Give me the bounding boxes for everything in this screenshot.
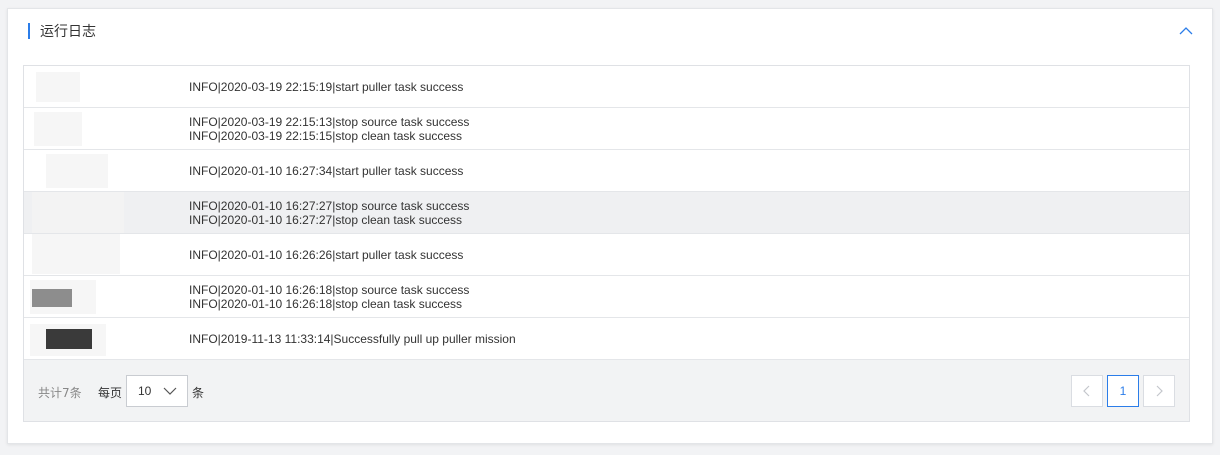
log-time-cell-redacted (24, 192, 189, 233)
log-messages: INFO|2020-01-10 16:26:18|stop source tas… (189, 283, 469, 311)
panel-header: 运行日志 (28, 23, 96, 40)
chevron-left-icon (1083, 385, 1090, 397)
log-messages: INFO|2020-01-10 16:27:34|start puller ta… (189, 164, 463, 178)
log-messages: INFO|2020-01-10 16:26:26|start puller ta… (189, 248, 463, 262)
log-message: INFO|2020-01-10 16:27:27|stop clean task… (189, 212, 463, 227)
table-footer: 共计7条 每页 10 条 1 (24, 360, 1189, 421)
log-row-hovered: INFO|2020-01-10 16:27:27|stop source tas… (24, 192, 1189, 234)
log-message: INFO|2020-01-10 16:27:27|stop source tas… (189, 198, 470, 213)
log-row: INFO|2020-03-19 22:15:19|start puller ta… (24, 66, 1189, 108)
log-message: INFO|2020-03-19 22:15:15|stop clean task… (189, 128, 463, 143)
log-row: INFO|2019-11-13 11:33:14|Successfully pu… (24, 318, 1189, 360)
log-time-cell-redacted (24, 66, 189, 107)
chevron-up-icon (1179, 27, 1193, 35)
log-table: INFO|2020-03-19 22:15:19|start puller ta… (23, 65, 1190, 422)
next-page-button[interactable] (1143, 375, 1175, 407)
log-message: INFO|2020-01-10 16:26:18|stop clean task… (189, 296, 463, 311)
pagination: 1 (1071, 375, 1175, 407)
log-messages: INFO|2020-03-19 22:15:19|start puller ta… (189, 80, 463, 94)
panel-title: 运行日志 (40, 24, 96, 40)
log-message: INFO|2019-11-13 11:33:14|Successfully pu… (189, 331, 516, 346)
log-time-cell-redacted (24, 150, 189, 191)
page-size-select[interactable]: 10 (126, 375, 188, 407)
log-time-cell-redacted (24, 318, 189, 359)
prev-page-button[interactable] (1071, 375, 1103, 407)
collapse-button[interactable] (1178, 23, 1194, 39)
total-count: 共计7条 (38, 386, 82, 400)
page-size-unit: 条 (192, 386, 205, 400)
log-message: INFO|2020-03-19 22:15:13|stop source tas… (189, 114, 470, 129)
log-message: INFO|2020-03-19 22:15:19|start puller ta… (189, 79, 464, 94)
chevron-down-icon (163, 387, 177, 395)
run-log-panel: 运行日志 INFO|2020-03-19 22:15:19|start pull… (7, 8, 1213, 444)
log-time-cell-redacted (24, 234, 189, 275)
title-accent-bar (28, 23, 30, 39)
log-row: INFO|2020-03-19 22:15:13|stop source tas… (24, 108, 1189, 150)
log-messages: INFO|2019-11-13 11:33:14|Successfully pu… (189, 332, 516, 346)
chevron-right-icon (1156, 385, 1163, 397)
log-message: INFO|2020-01-10 16:26:18|stop source tas… (189, 282, 470, 297)
log-messages: INFO|2020-03-19 22:15:13|stop source tas… (189, 115, 469, 143)
log-row: INFO|2020-01-10 16:26:26|start puller ta… (24, 234, 1189, 276)
page-size-value: 10 (138, 384, 152, 398)
log-time-cell-redacted (24, 108, 189, 149)
log-row: INFO|2020-01-10 16:27:34|start puller ta… (24, 150, 1189, 192)
log-message: INFO|2020-01-10 16:27:34|start puller ta… (189, 163, 464, 178)
log-messages: INFO|2020-01-10 16:27:27|stop source tas… (189, 199, 469, 227)
log-time-cell-redacted (24, 276, 189, 317)
per-page-label: 每页 (98, 386, 123, 400)
page-button-current[interactable]: 1 (1107, 375, 1139, 407)
log-message: INFO|2020-01-10 16:26:26|start puller ta… (189, 247, 464, 262)
page-number: 1 (1119, 384, 1127, 398)
log-row: INFO|2020-01-10 16:26:18|stop source tas… (24, 276, 1189, 318)
